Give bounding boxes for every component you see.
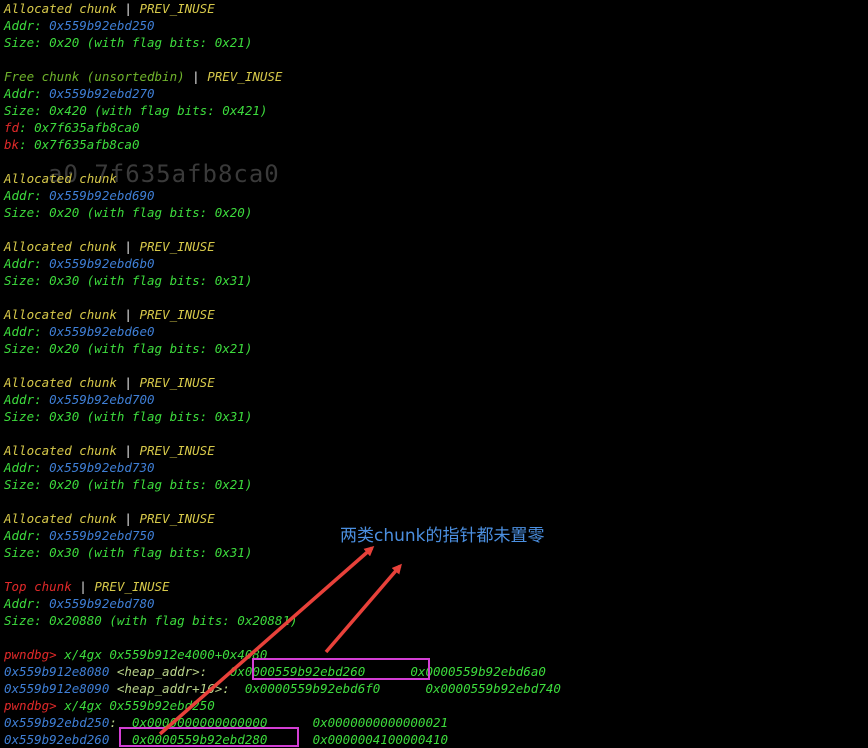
chunk-addr-line: Addr: 0x559b92ebd690 bbox=[4, 187, 868, 204]
pwndbg-prompt: pwndbg> bbox=[4, 647, 57, 662]
chunk-flag-label: PREV_INUSE bbox=[139, 511, 215, 526]
chunk-address: 0x559b92ebd250 bbox=[49, 18, 155, 33]
addr-label: Addr: bbox=[4, 596, 50, 611]
chunk-address: 0x559b92ebd270 bbox=[49, 86, 155, 101]
chunk-flag-label: PREV_INUSE bbox=[139, 1, 215, 16]
chunk-fd-line: fd: 0x7f635afb8ca0 bbox=[4, 119, 868, 136]
chunk-type-label: Allocated chunk bbox=[4, 239, 117, 254]
chunk-address: 0x559b92ebd780 bbox=[49, 596, 155, 611]
chunk-addr-line: Addr: 0x559b92ebd780 bbox=[4, 595, 868, 612]
chunk-size-line: Size: 0x30 (with flag bits: 0x31) bbox=[4, 545, 253, 560]
chunk-flag-label: PREV_INUSE bbox=[139, 375, 215, 390]
chunk-header: Allocated chunk | PREV_INUSE bbox=[4, 306, 868, 323]
chunk-addr-line: Addr: 0x559b92ebd270 bbox=[4, 85, 868, 102]
addr-label: Addr: bbox=[4, 324, 50, 339]
highlight-box-chunk-pointer bbox=[119, 727, 299, 747]
separator: | bbox=[71, 579, 95, 594]
bk-value: : 0x7f635afb8ca0 bbox=[19, 137, 140, 152]
bk-label: bk bbox=[4, 137, 20, 152]
memory-address: 0x559b912e8090 bbox=[4, 681, 110, 696]
addr-label: Addr: bbox=[4, 188, 50, 203]
fd-label: fd bbox=[4, 120, 20, 135]
chunk-type-label: Top chunk bbox=[4, 579, 72, 594]
chunk-address: 0x559b92ebd700 bbox=[49, 392, 155, 407]
chunk-addr-line: Addr: 0x559b92ebd700 bbox=[4, 391, 868, 408]
memory-row: 0x559b912e8080 <heap_addr>: 0x0000559b92… bbox=[4, 663, 868, 680]
memory-symbol: <heap_addr>: bbox=[109, 664, 230, 679]
memory-address: 0x559b92ebd250 bbox=[4, 715, 110, 730]
command-text: x/4gx 0x559b912e4000+0x4080 bbox=[56, 647, 268, 662]
chunk-header: Top chunk | PREV_INUSE bbox=[4, 578, 868, 595]
chunk-size-line: Size: 0x30 (with flag bits: 0x31) bbox=[4, 273, 253, 288]
chunk-size-line: Size: 0x20 (with flag bits: 0x20) bbox=[4, 205, 253, 220]
memory-symbol: <heap_addr+16>: bbox=[109, 681, 245, 696]
separator: | bbox=[116, 375, 140, 390]
chunk-flag-label: PREV_INUSE bbox=[207, 69, 283, 84]
chunk-addr-line: Addr: 0x559b92ebd250 bbox=[4, 17, 868, 34]
annotation-text: 两类chunk的指针都未置零 bbox=[340, 526, 545, 546]
chunk-size-line: Size: 0x20 (with flag bits: 0x21) bbox=[4, 341, 253, 356]
separator: | bbox=[116, 511, 140, 526]
chunk-header: Allocated chunk | PREV_INUSE bbox=[4, 374, 868, 391]
chunk-size-line: Size: 0x20 (with flag bits: 0x21) bbox=[4, 35, 253, 50]
command-text: x/4gx 0x559b92ebd250 bbox=[56, 698, 215, 713]
addr-label: Addr: bbox=[4, 86, 50, 101]
chunk-type-label: Free chunk (unsortedbin) bbox=[4, 69, 185, 84]
separator: | bbox=[116, 239, 140, 254]
memory-value: 0x0000000000000021 bbox=[312, 715, 449, 730]
chunk-flag-label: PREV_INUSE bbox=[139, 239, 215, 254]
chunk-address: 0x559b92ebd690 bbox=[49, 188, 155, 203]
chunk-address: 0x559b92ebd6b0 bbox=[49, 256, 155, 271]
command-line: pwndbg> x/4gx 0x559b912e4000+0x4080 bbox=[4, 646, 868, 663]
chunk-type-label: Allocated chunk bbox=[4, 171, 117, 186]
memory-address: 0x559b92ebd260 bbox=[4, 732, 110, 747]
chunk-addr-line: Addr: 0x559b92ebd6e0 bbox=[4, 323, 868, 340]
chunk-flag-label: PREV_INUSE bbox=[139, 307, 215, 322]
pwndbg-prompt: pwndbg> bbox=[4, 698, 57, 713]
separator: | bbox=[184, 69, 208, 84]
addr-label: Addr: bbox=[4, 528, 50, 543]
addr-label: Addr: bbox=[4, 392, 50, 407]
addr-label: Addr: bbox=[4, 460, 50, 475]
memory-value: 0x0000559b92ebd6a0 bbox=[410, 664, 546, 679]
chunk-type-label: Allocated chunk bbox=[4, 443, 117, 458]
separator: | bbox=[116, 307, 140, 322]
chunk-flag-label: PREV_INUSE bbox=[139, 443, 215, 458]
addr-label: Addr: bbox=[4, 256, 50, 271]
chunk-header: Allocated chunk | PREV_INUSE bbox=[4, 442, 868, 459]
chunk-address: 0x559b92ebd6e0 bbox=[49, 324, 155, 339]
memory-address: 0x559b912e8080 bbox=[4, 664, 110, 679]
memory-row: 0x559b912e8090 <heap_addr+16>: 0x0000559… bbox=[4, 680, 868, 697]
chunk-header: Allocated chunk | PREV_INUSE bbox=[4, 0, 868, 17]
command-line: pwndbg> x/4gx 0x559b92ebd250 bbox=[4, 697, 868, 714]
chunk-address: 0x559b92ebd730 bbox=[49, 460, 155, 475]
chunk-type-label: Allocated chunk bbox=[4, 307, 117, 322]
terminal-output[interactable]: Allocated chunk | PREV_INUSE Addr: 0x559… bbox=[4, 0, 868, 748]
chunk-size-line: Size: 0x30 (with flag bits: 0x31) bbox=[4, 409, 253, 424]
memory-value: 0x0000559b92ebd6f0 bbox=[244, 681, 381, 696]
chunk-address: 0x559b92ebd750 bbox=[49, 528, 155, 543]
chunk-addr-line: Addr: 0x559b92ebd6b0 bbox=[4, 255, 868, 272]
chunk-bk-line: bk: 0x7f635afb8ca0 bbox=[4, 136, 868, 153]
chunk-size-line: Size: 0x20880 (with flag bits: 0x20881) bbox=[4, 613, 298, 628]
chunk-size-line: Size: 0x20 (with flag bits: 0x21) bbox=[4, 477, 253, 492]
memory-value: 0x0000004100000410 bbox=[312, 732, 449, 747]
chunk-size-line: Size: 0x420 (with flag bits: 0x421) bbox=[4, 103, 268, 118]
chunk-flag-label: PREV_INUSE bbox=[94, 579, 170, 594]
memory-value: 0x0000559b92ebd740 bbox=[425, 681, 561, 696]
separator: | bbox=[116, 443, 140, 458]
chunk-type-label: Allocated chunk bbox=[4, 1, 117, 16]
chunk-header: Allocated chunk bbox=[4, 170, 868, 187]
chunk-addr-line: Addr: 0x559b92ebd730 bbox=[4, 459, 868, 476]
highlight-box-heap-pointer bbox=[252, 658, 430, 680]
chunk-header: Allocated chunk | PREV_INUSE bbox=[4, 238, 868, 255]
chunk-header: Free chunk (unsortedbin) | PREV_INUSE bbox=[4, 68, 868, 85]
chunk-type-label: Allocated chunk bbox=[4, 375, 117, 390]
fd-value: : 0x7f635afb8ca0 bbox=[19, 120, 140, 135]
separator: | bbox=[116, 1, 140, 16]
chunk-type-label: Allocated chunk bbox=[4, 511, 117, 526]
addr-label: Addr: bbox=[4, 18, 50, 33]
